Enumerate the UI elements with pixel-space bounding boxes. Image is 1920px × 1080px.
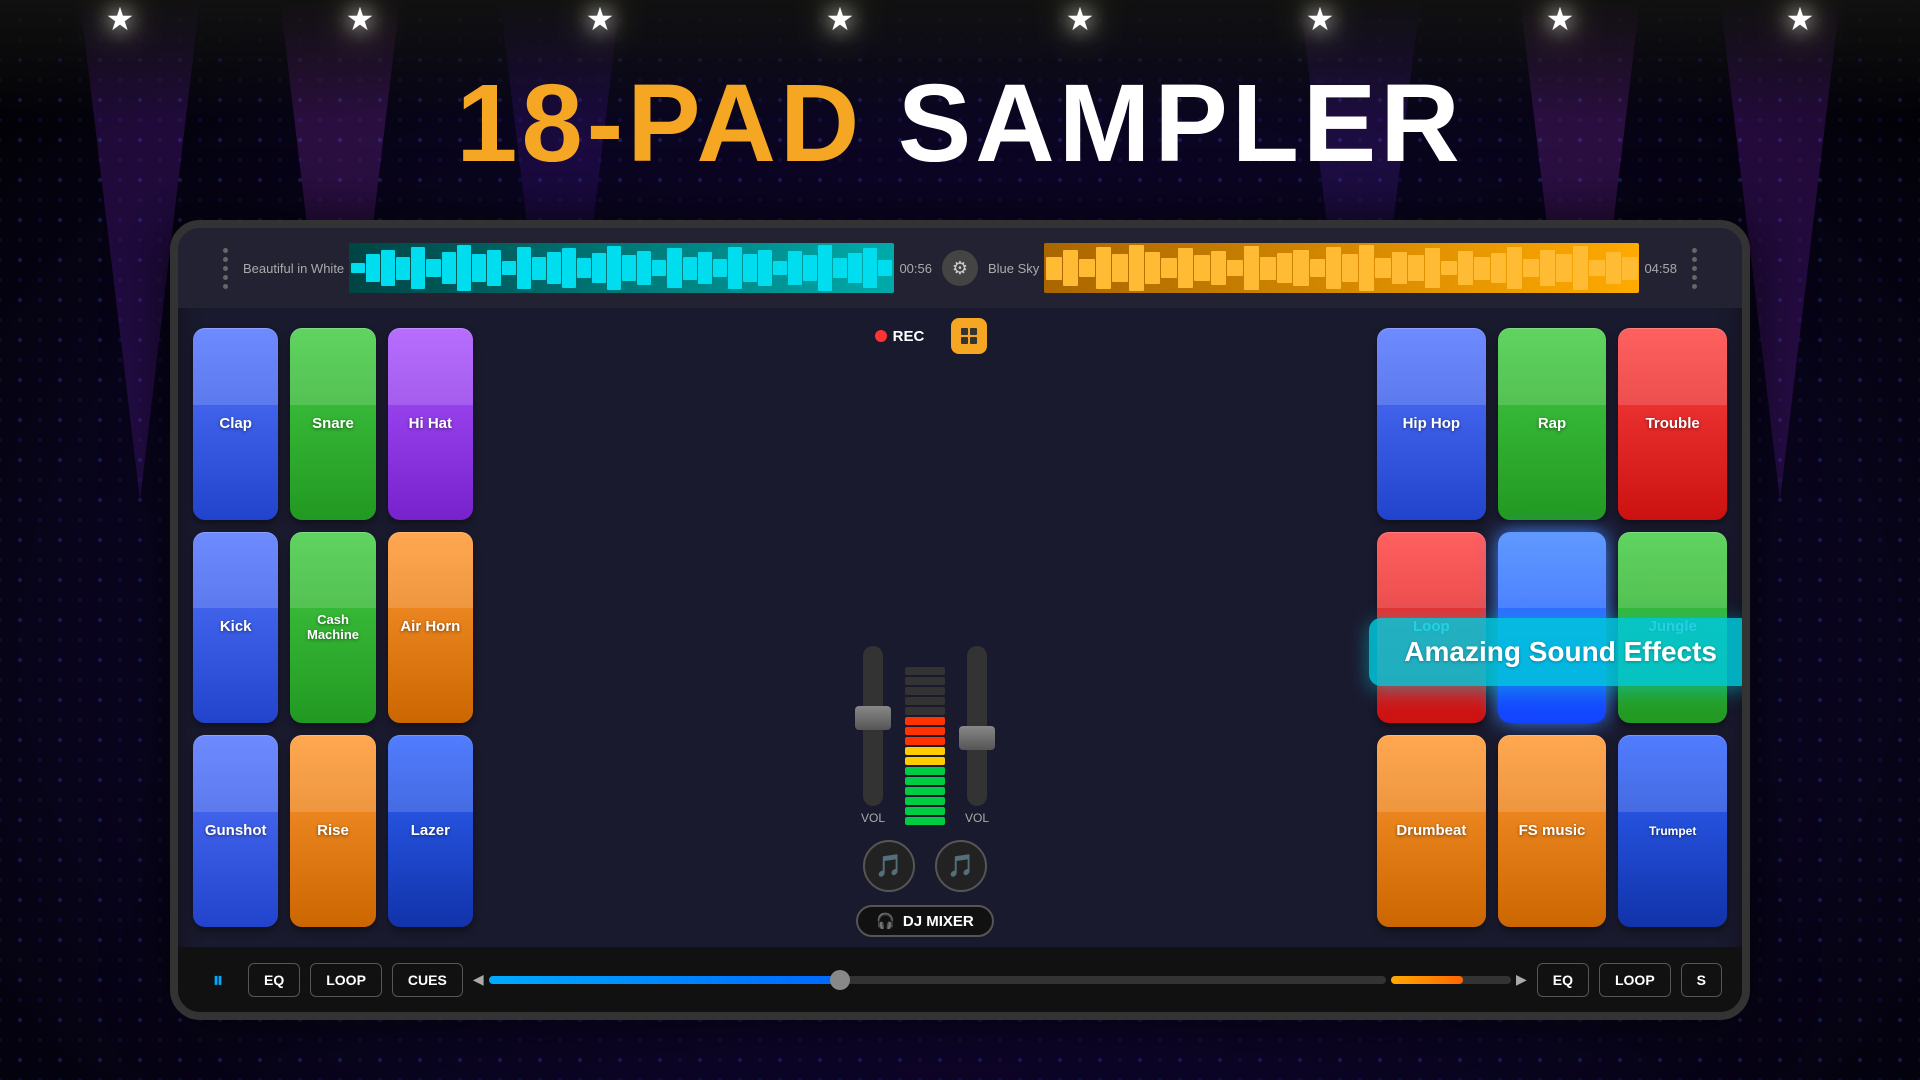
rec-label: REC (893, 328, 925, 345)
right-time-label: 04:58 (1644, 261, 1677, 276)
title-part1: 18-PAD (456, 62, 863, 185)
music-btns: 🎵 🎵 (858, 835, 992, 897)
rec-row: REC (863, 318, 988, 354)
tooltip-text: Amazing Sound Effects (1404, 636, 1717, 667)
settings-button[interactable]: ⚙ (942, 250, 978, 286)
right-track-label: Blue Sky (988, 261, 1039, 276)
page-title: 18-PAD SAMPLER (0, 60, 1920, 187)
mixer-section: VOL (861, 364, 989, 825)
grip-right (1687, 243, 1702, 294)
lamp-7: ★ (1546, 0, 1575, 38)
fader-right-handle[interactable] (959, 726, 995, 750)
pad-fs-music[interactable]: FS music (1498, 735, 1607, 927)
grid-icon (961, 328, 977, 344)
fader-left: VOL (861, 646, 885, 825)
pad-hip-hop[interactable]: Hip Hop (1377, 328, 1486, 520)
progress-prev[interactable]: ◀ (473, 971, 484, 988)
lamp-3: ★ (586, 0, 615, 38)
pad-trouble[interactable]: Trouble (1618, 328, 1727, 520)
pad-lazer[interactable]: Lazer (388, 735, 473, 927)
progress-next[interactable]: ▶ (1516, 971, 1527, 988)
rec-dot (875, 330, 887, 342)
lamp-5: ★ (1066, 0, 1095, 38)
pad-kick[interactable]: Kick (193, 532, 278, 724)
tablet-frame: Beautiful in White 00:56 ⚙ Blue Sky 04:5… (170, 220, 1750, 1020)
progress-track[interactable] (489, 976, 1386, 984)
pad-air-horn[interactable]: Air Horn (388, 532, 473, 724)
music-btn-right[interactable]: 🎵 (935, 840, 987, 892)
pad-clap[interactable]: Clap (193, 328, 278, 520)
progress-fill-left (489, 976, 848, 984)
progress-track-right[interactable] (1391, 976, 1511, 984)
lamp-1: ★ (106, 0, 135, 38)
waveform-area: Beautiful in White 00:56 ⚙ Blue Sky 04:5… (178, 228, 1742, 308)
vol-label-right: VOL (965, 811, 989, 825)
pad-cash-machine[interactable]: CashMachine (290, 532, 375, 724)
vol-label-left: VOL (861, 811, 885, 825)
cues-button-left[interactable]: CUES (392, 963, 463, 997)
left-time-label: 00:56 (899, 261, 932, 276)
progress-handle[interactable] (830, 970, 850, 990)
waveform-right-section: Blue Sky 04:58 (988, 243, 1677, 293)
pad-rise[interactable]: Rise (290, 735, 375, 927)
pad-hihat[interactable]: Hi Hat (388, 328, 473, 520)
eq-button-left[interactable]: EQ (248, 963, 300, 997)
left-pads-grid: Clap Snare Hi Hat Kick CashMachine Air H… (178, 308, 488, 947)
grid-button[interactable] (951, 318, 987, 354)
progress-bar-section: ◀ ▶ (473, 970, 1527, 990)
dj-mixer-icon: 🎧 (876, 912, 895, 930)
music-btn-left[interactable]: 🎵 (863, 840, 915, 892)
vu-meter (905, 665, 945, 825)
waveform-left-section: Beautiful in White 00:56 (243, 243, 932, 293)
tooltip: Amazing Sound Effects (1369, 618, 1750, 686)
rec-button[interactable]: REC (863, 322, 937, 351)
center-mixer: REC VOL (488, 308, 1362, 947)
waveform-right[interactable] (1044, 243, 1639, 293)
loop-button-right[interactable]: LOOP (1599, 963, 1671, 997)
lamp-2: ★ (346, 0, 375, 38)
fader-right-track[interactable] (967, 646, 987, 806)
title-part2: SAMPLER (898, 62, 1464, 185)
music-note-1-icon: 🎵 (875, 853, 902, 879)
cues-button-right[interactable]: S (1681, 963, 1722, 997)
pad-trumpet[interactable]: Trumpet (1618, 735, 1727, 927)
loop-button-left[interactable]: LOOP (310, 963, 382, 997)
pad-rap[interactable]: Rap (1498, 328, 1607, 520)
fader-right: VOL (965, 646, 989, 825)
fader-left-track[interactable] (863, 646, 883, 806)
left-track-label: Beautiful in White (243, 261, 344, 276)
bottom-bar: ⏸ EQ LOOP CUES ◀ ▶ EQ LOOP S (178, 947, 1742, 1012)
lamp-6: ★ (1306, 0, 1335, 38)
play-pause-button[interactable]: ⏸ (198, 960, 238, 1000)
settings-icon: ⚙ (952, 258, 968, 279)
pad-drumbeat[interactable]: Drumbeat (1377, 735, 1486, 927)
grip-left (218, 243, 233, 294)
lamp-8: ★ (1786, 0, 1815, 38)
pad-snare[interactable]: Snare (290, 328, 375, 520)
waveform-left[interactable] (349, 243, 894, 293)
music-note-2-icon: 🎵 (947, 853, 974, 879)
fader-left-handle[interactable] (855, 706, 891, 730)
progress-fill-right (1391, 976, 1463, 984)
eq-button-right[interactable]: EQ (1537, 963, 1589, 997)
dj-mixer-label: DJ MIXER (903, 913, 974, 930)
lamp-4: ★ (826, 0, 855, 38)
pad-gunshot[interactable]: Gunshot (193, 735, 278, 927)
dj-mixer-badge: 🎧 DJ MIXER (856, 905, 994, 937)
